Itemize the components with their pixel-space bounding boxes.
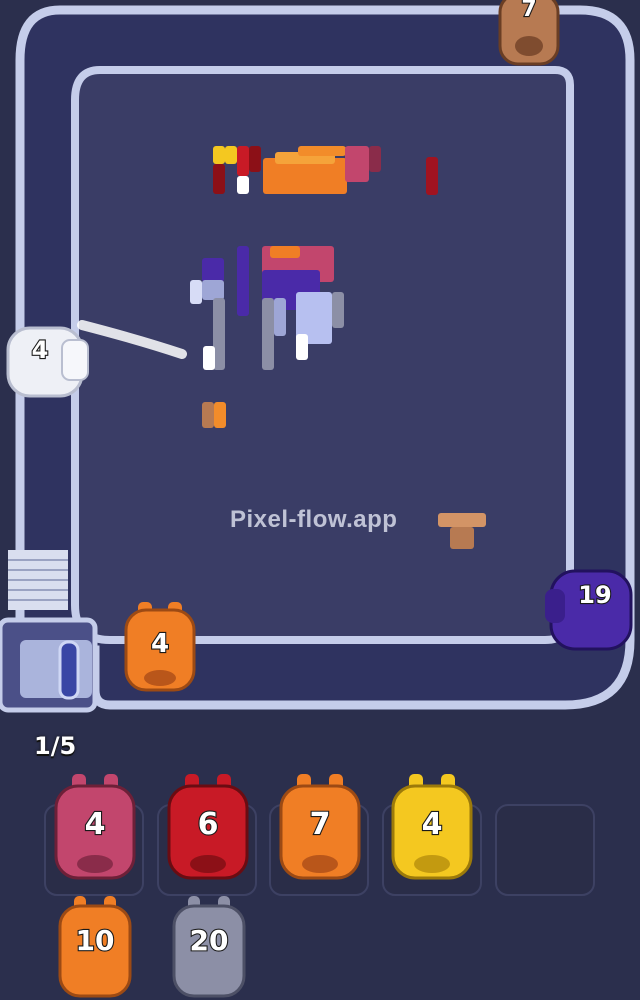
queue-pig-5[interactable]: 10 (56, 894, 134, 998)
conveyor-ramp (8, 550, 68, 610)
pig-top-brown[interactable]: 7 (496, 0, 562, 70)
pig-right-purple[interactable]: 19 (545, 565, 637, 655)
game-screen: 7 4 19 4 4 6 7 4 10 20 Pixel-flow.app 1/… (0, 0, 640, 1000)
watermark-text: Pixel-flow.app (230, 506, 398, 533)
queue-pig-1[interactable]: 4 (52, 772, 138, 884)
queue-pig-6[interactable]: 20 (170, 894, 248, 998)
pig-bottom-orange[interactable]: 4 (122, 600, 198, 696)
svg-text:6: 6 (198, 807, 219, 842)
svg-text:20: 20 (190, 924, 229, 957)
svg-text:10: 10 (76, 924, 115, 957)
svg-text:4: 4 (151, 629, 169, 659)
svg-text:7: 7 (310, 807, 331, 842)
queue-pig-2[interactable]: 6 (165, 772, 251, 884)
svg-text:7: 7 (521, 0, 536, 22)
pig-left-white[interactable]: 4 (4, 322, 92, 402)
svg-text:4: 4 (85, 807, 106, 842)
queue-pig-3[interactable]: 7 (277, 772, 363, 884)
queue-pig-4[interactable]: 4 (389, 772, 475, 884)
launcher[interactable] (0, 617, 98, 713)
level-progress: 1/5 (34, 732, 77, 760)
svg-text:4: 4 (32, 336, 49, 364)
svg-text:4: 4 (422, 807, 443, 842)
svg-text:19: 19 (578, 581, 611, 609)
